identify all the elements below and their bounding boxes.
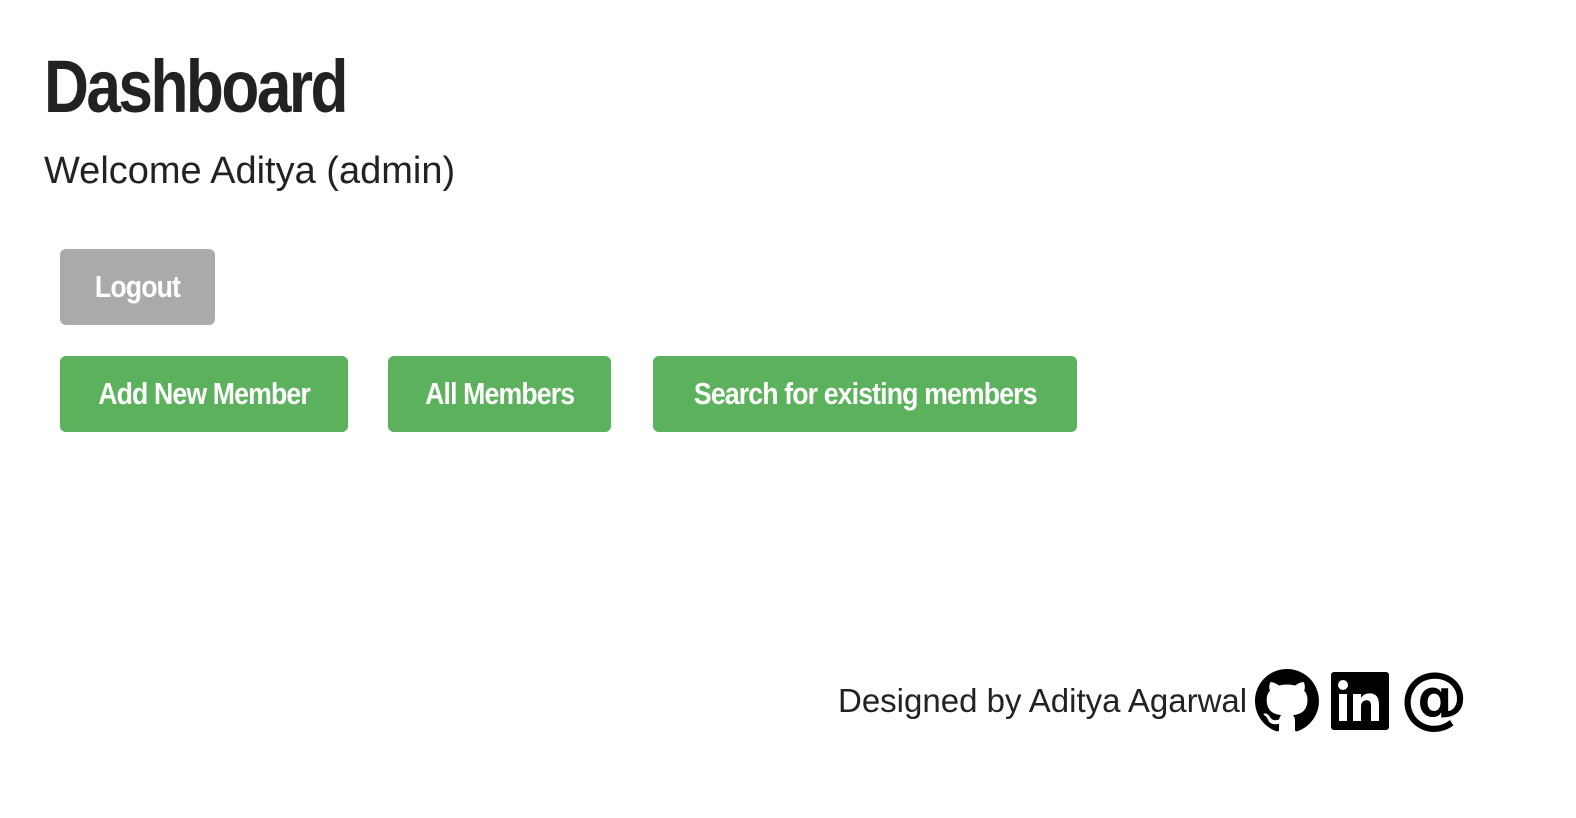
search-members-button-label: Search for existing members (693, 376, 1038, 411)
search-members-button[interactable]: Search for existing members (653, 356, 1077, 432)
footer-credit: Designed by Aditya Agarwal (838, 682, 1248, 719)
linkedin-link[interactable] (1331, 672, 1390, 730)
add-new-member-button-label: Add New Member (98, 376, 311, 411)
github-icon (1255, 669, 1320, 732)
logout-button[interactable]: Logout (60, 249, 215, 325)
email-at-icon: @ (1401, 668, 1467, 734)
github-link[interactable] (1255, 669, 1320, 733)
logout-button-label: Logout (94, 269, 181, 304)
linkedin-icon (1331, 672, 1390, 730)
page-title: Dashboard (44, 45, 349, 128)
dashboard-page: Dashboard Welcome Aditya (admin) Logout … (0, 0, 1576, 818)
footer: Designed by Aditya Agarwal @ (838, 668, 1479, 734)
all-members-button[interactable]: All Members (388, 356, 611, 432)
add-new-member-button[interactable]: Add New Member (60, 356, 348, 432)
welcome-message: Welcome Aditya (admin) (44, 150, 456, 192)
email-link[interactable]: @ (1401, 668, 1467, 734)
all-members-button-label: All Members (424, 376, 575, 411)
svg-text:@: @ (1401, 668, 1467, 734)
